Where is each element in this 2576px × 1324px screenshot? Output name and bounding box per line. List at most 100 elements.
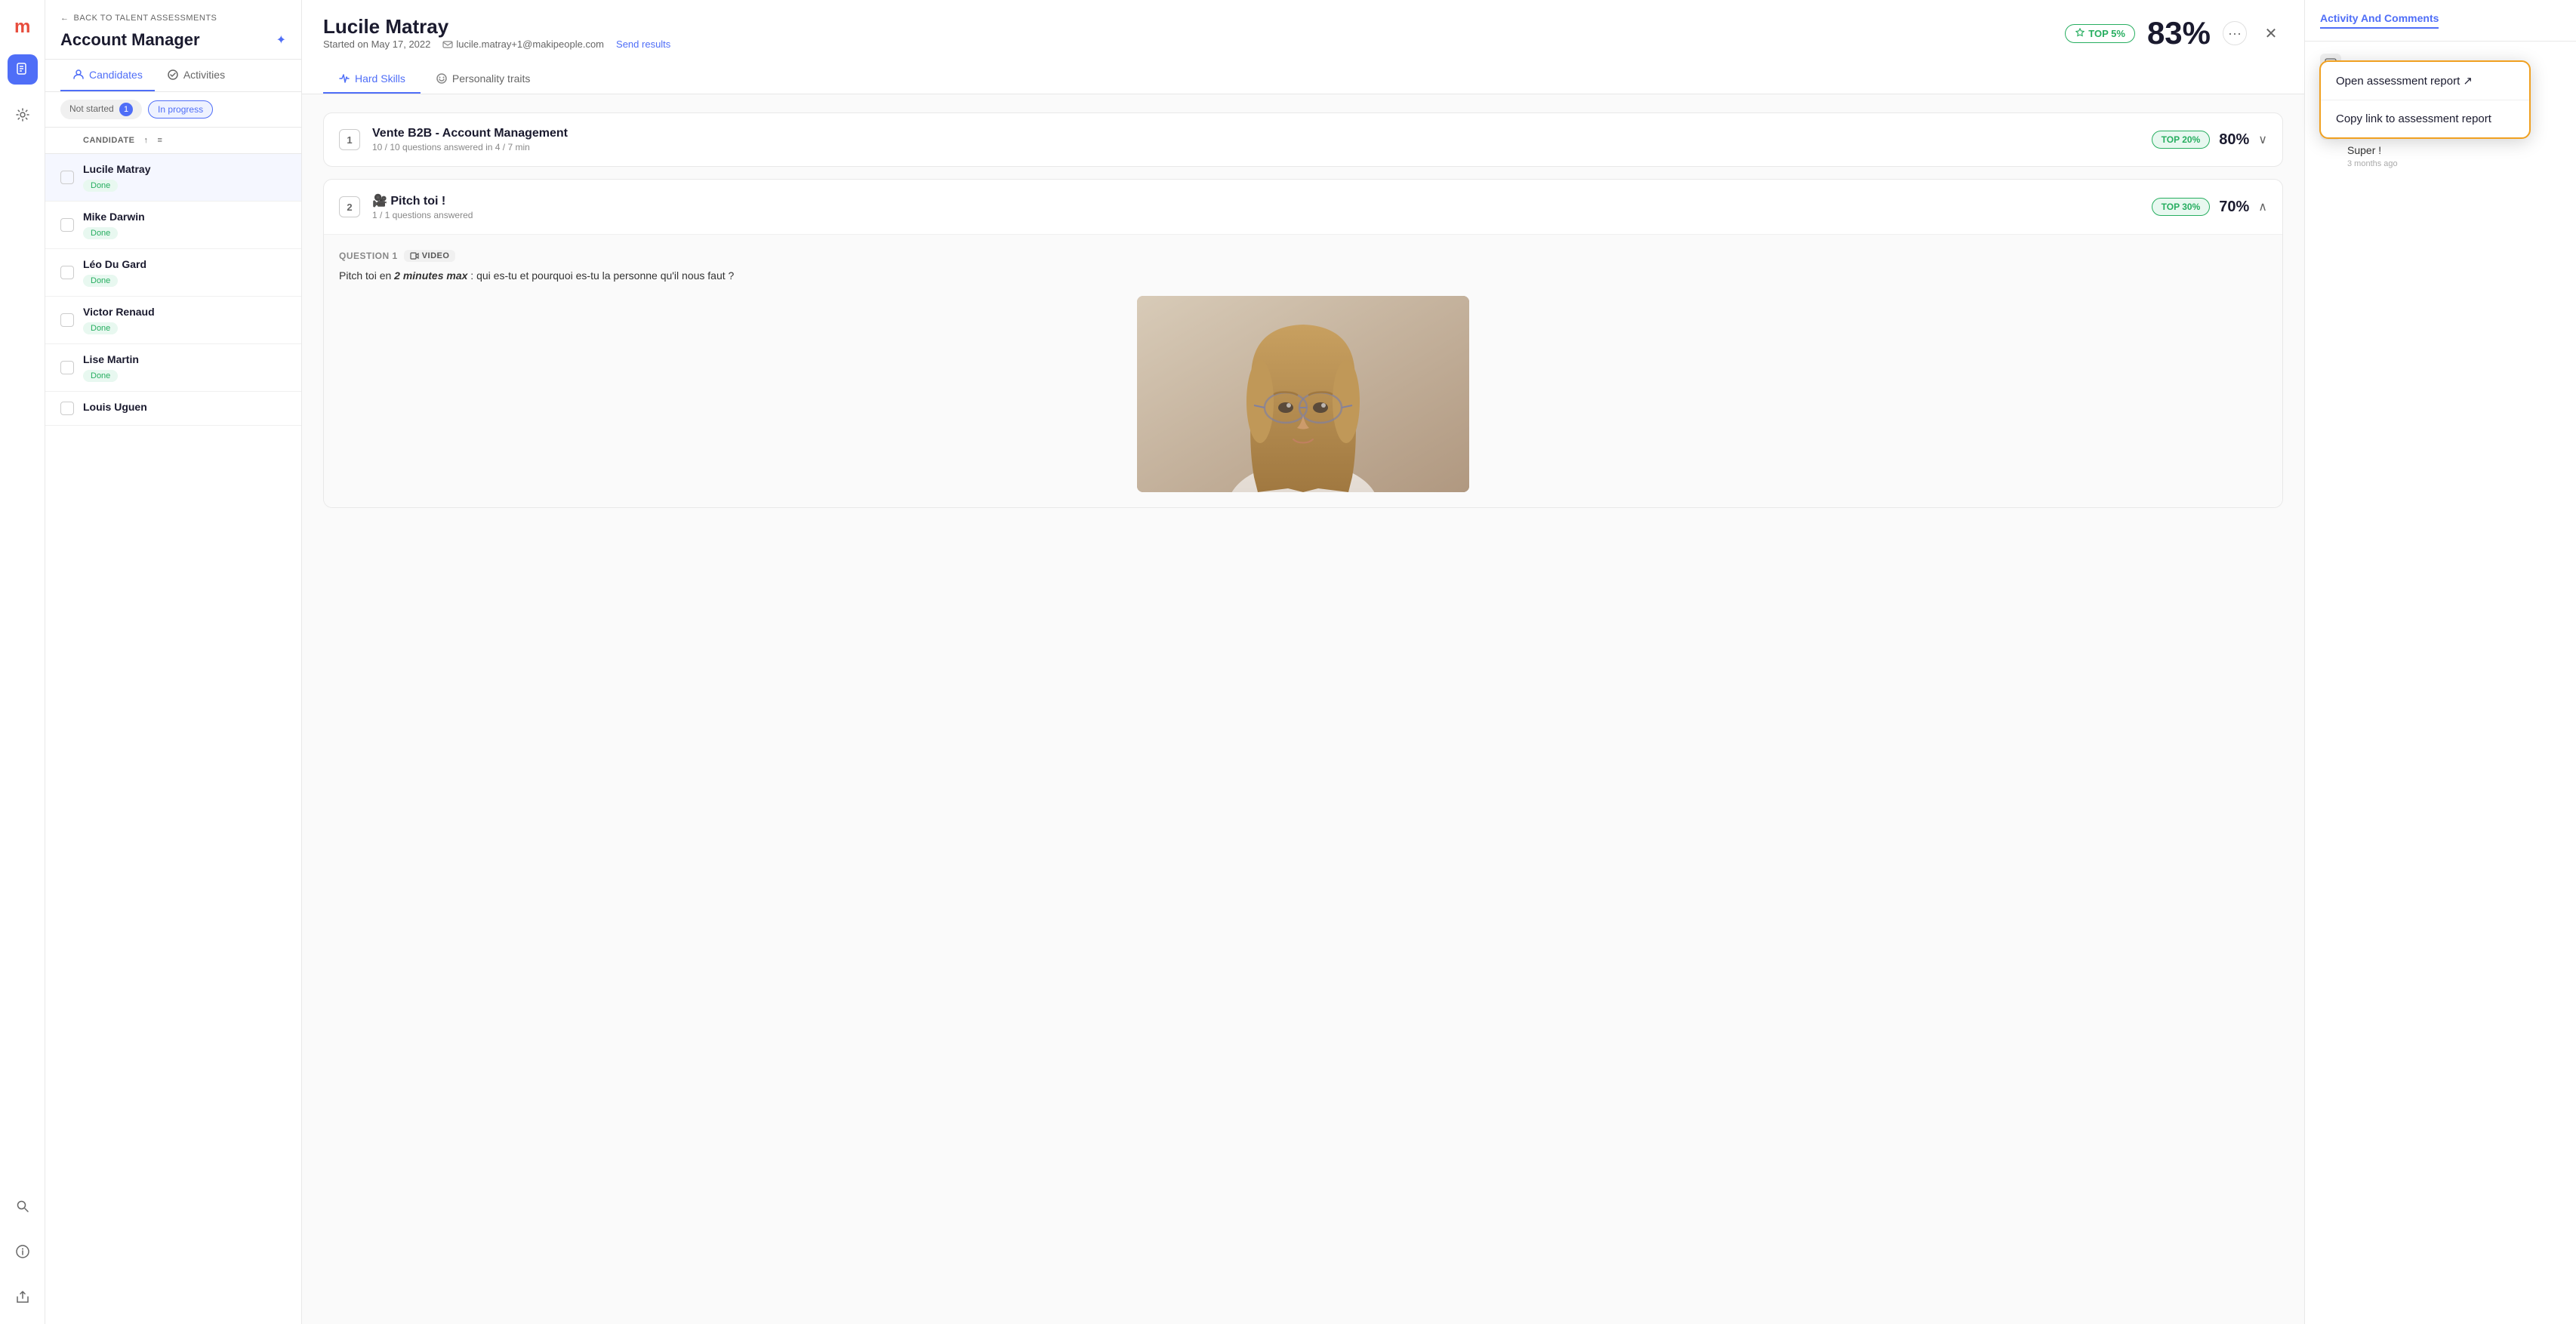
list-item[interactable]: Mike Darwin Done xyxy=(45,202,301,249)
filter-not-started-count: 1 xyxy=(119,103,133,116)
open-report-item[interactable]: Open assessment report ↗ xyxy=(2321,62,2529,100)
tab-hard-skills[interactable]: Hard Skills xyxy=(323,65,421,94)
candidate-name: Louis Uguen xyxy=(83,401,286,413)
back-link-label: BACK TO TALENT ASSESSMENTS xyxy=(74,14,217,23)
activity-title: Activity And Comments xyxy=(2320,12,2439,29)
left-panel-nav: Candidates Activities xyxy=(45,60,301,92)
left-panel: ← BACK TO TALENT ASSESSMENTS Account Man… xyxy=(45,0,302,1324)
documents-icon-btn[interactable] xyxy=(8,54,38,85)
main-content: Lucile Matray Started on May 17, 2022 lu… xyxy=(302,0,2304,1324)
share-icon-btn[interactable] xyxy=(8,1282,38,1312)
open-report-label: Open assessment report ↗ xyxy=(2336,74,2473,88)
content-area: 1 Vente B2B - Account Management 10 / 10… xyxy=(302,94,2304,1324)
filter-bar: Not started 1 In progress xyxy=(45,92,301,128)
candidate-checkbox[interactable] xyxy=(60,266,74,279)
tab-activities-label: Activities xyxy=(183,69,225,81)
star-icon: ✦ xyxy=(276,32,286,48)
tab-candidates[interactable]: Candidates xyxy=(60,60,155,91)
top-badge-1: TOP 20% xyxy=(2152,131,2211,149)
activity-feed: You commented: Profil très pertinent ! 3… xyxy=(2305,42,2576,1324)
list-item[interactable]: Léo Du Gard Done xyxy=(45,249,301,297)
candidate-name: Lise Martin xyxy=(83,353,286,365)
tab-personality[interactable]: Personality traits xyxy=(421,65,545,94)
assessment-card-1: 1 Vente B2B - Account Management 10 / 10… xyxy=(323,112,2283,167)
copy-link-item[interactable]: Copy link to assessment report xyxy=(2321,100,2529,137)
chevron-1: ∨ xyxy=(2258,132,2267,147)
assessment-subtitle-2: 1 / 1 questions answered xyxy=(372,210,2140,220)
assessment-info-2: 🎥 Pitch toi ! 1 / 1 questions answered xyxy=(372,193,2140,220)
copy-link-label: Copy link to assessment report xyxy=(2336,112,2491,125)
question-section: QUESTION 1 Video Pitch toi en 2 minutes … xyxy=(324,234,2282,507)
tab-activities[interactable]: Activities xyxy=(155,60,237,91)
assessment-right-2: TOP 30% 70% ∧ xyxy=(2152,198,2267,216)
list-item[interactable]: Lise Martin Done xyxy=(45,344,301,392)
assessment-number-1: 1 xyxy=(339,129,360,150)
tab-hard-skills-label: Hard Skills xyxy=(355,72,405,85)
back-link[interactable]: ← BACK TO TALENT ASSESSMENTS xyxy=(60,14,286,23)
candidates-list: Lucile Matray Done Mike Darwin Done Léo … xyxy=(45,154,301,1324)
top-badge-label: TOP 5% xyxy=(2088,28,2125,39)
question-text: Pitch toi en 2 minutes max : qui es-tu e… xyxy=(339,268,2267,284)
candidate-info: Lise Martin Done xyxy=(83,353,286,382)
assessment-title-1: Vente B2B - Account Management xyxy=(372,127,2140,140)
activity-comment-2: Super ! xyxy=(2320,144,2561,156)
back-arrow-icon: ← xyxy=(60,14,69,23)
status-badge: Done xyxy=(83,180,118,192)
candidate-email: lucile.matray+1@makipeople.com xyxy=(442,38,604,50)
send-results-link[interactable]: Send results xyxy=(616,38,670,50)
assessment-title-2: 🎥 Pitch toi ! xyxy=(372,193,2140,208)
started-date: Started on May 17, 2022 xyxy=(323,38,430,50)
tab-candidates-label: Candidates xyxy=(89,69,143,81)
candidate-checkbox[interactable] xyxy=(60,361,74,374)
top-badge-2: TOP 30% xyxy=(2152,198,2211,216)
info-icon-btn[interactable] xyxy=(8,1236,38,1267)
settings-icon-btn[interactable] xyxy=(8,100,38,130)
assessment-card-2-header[interactable]: 2 🎥 Pitch toi ! 1 / 1 questions answered… xyxy=(324,180,2282,234)
header-checkbox[interactable] xyxy=(60,134,74,147)
top-badge: TOP 5% xyxy=(2065,24,2135,43)
candidate-info: Louis Uguen xyxy=(83,401,286,416)
chevron-2: ∧ xyxy=(2258,199,2267,214)
candidate-name-main: Lucile Matray xyxy=(323,15,670,38)
candidate-header: Lucile Matray Started on May 17, 2022 lu… xyxy=(302,0,2304,94)
filter-in-progress-label: In progress xyxy=(158,104,203,115)
status-badge: Done xyxy=(83,322,118,334)
assessment-subtitle-1: 10 / 10 questions answered in 4 / 7 min xyxy=(372,142,2140,152)
candidate-info: Mike Darwin Done xyxy=(83,211,286,239)
candidate-checkbox[interactable] xyxy=(60,402,74,415)
candidate-checkbox[interactable] xyxy=(60,171,74,184)
candidate-info: Lucile Matray Done xyxy=(83,163,286,192)
content-tabs: Hard Skills Personality traits xyxy=(323,65,2283,94)
search-icon-btn[interactable] xyxy=(8,1191,38,1221)
assessment-score-2: 70% xyxy=(2219,199,2249,216)
candidate-table-header: CANDIDATE ↑ ≡ xyxy=(45,128,301,154)
sort-icon: ↑ xyxy=(143,136,148,145)
candidate-name: Victor Renaud xyxy=(83,306,286,318)
video-thumbnail xyxy=(1137,296,1469,492)
candidate-checkbox[interactable] xyxy=(60,218,74,232)
assessment-score-1: 80% xyxy=(2219,131,2249,149)
assessment-card-1-header[interactable]: 1 Vente B2B - Account Management 10 / 10… xyxy=(324,113,2282,166)
filter-icon: ≡ xyxy=(157,136,162,145)
filter-in-progress[interactable]: In progress xyxy=(148,100,213,119)
activity-header: Activity And Comments xyxy=(2305,0,2576,42)
candidate-col-label: CANDIDATE xyxy=(83,136,134,145)
question-label: QUESTION 1 Video xyxy=(339,250,2267,262)
page-title: Account Manager xyxy=(60,30,200,50)
app-logo: m xyxy=(9,12,36,39)
candidate-name: Léo Du Gard xyxy=(83,258,286,270)
candidate-name: Lucile Matray xyxy=(83,163,286,175)
more-options-button[interactable]: ··· xyxy=(2223,21,2247,45)
left-panel-header: ← BACK TO TALENT ASSESSMENTS Account Man… xyxy=(45,0,301,60)
list-item[interactable]: Victor Renaud Done xyxy=(45,297,301,344)
svg-text:m: m xyxy=(14,17,30,37)
score-main: 83% xyxy=(2147,15,2211,51)
candidate-checkbox[interactable] xyxy=(60,313,74,327)
list-item[interactable]: Louis Uguen xyxy=(45,392,301,426)
close-button[interactable]: ✕ xyxy=(2259,21,2283,45)
filter-not-started[interactable]: Not started 1 xyxy=(60,100,142,119)
list-item[interactable]: Lucile Matray Done xyxy=(45,154,301,202)
status-badge: Done xyxy=(83,370,118,382)
tab-personality-label: Personality traits xyxy=(452,72,530,85)
assessment-number-2: 2 xyxy=(339,196,360,217)
